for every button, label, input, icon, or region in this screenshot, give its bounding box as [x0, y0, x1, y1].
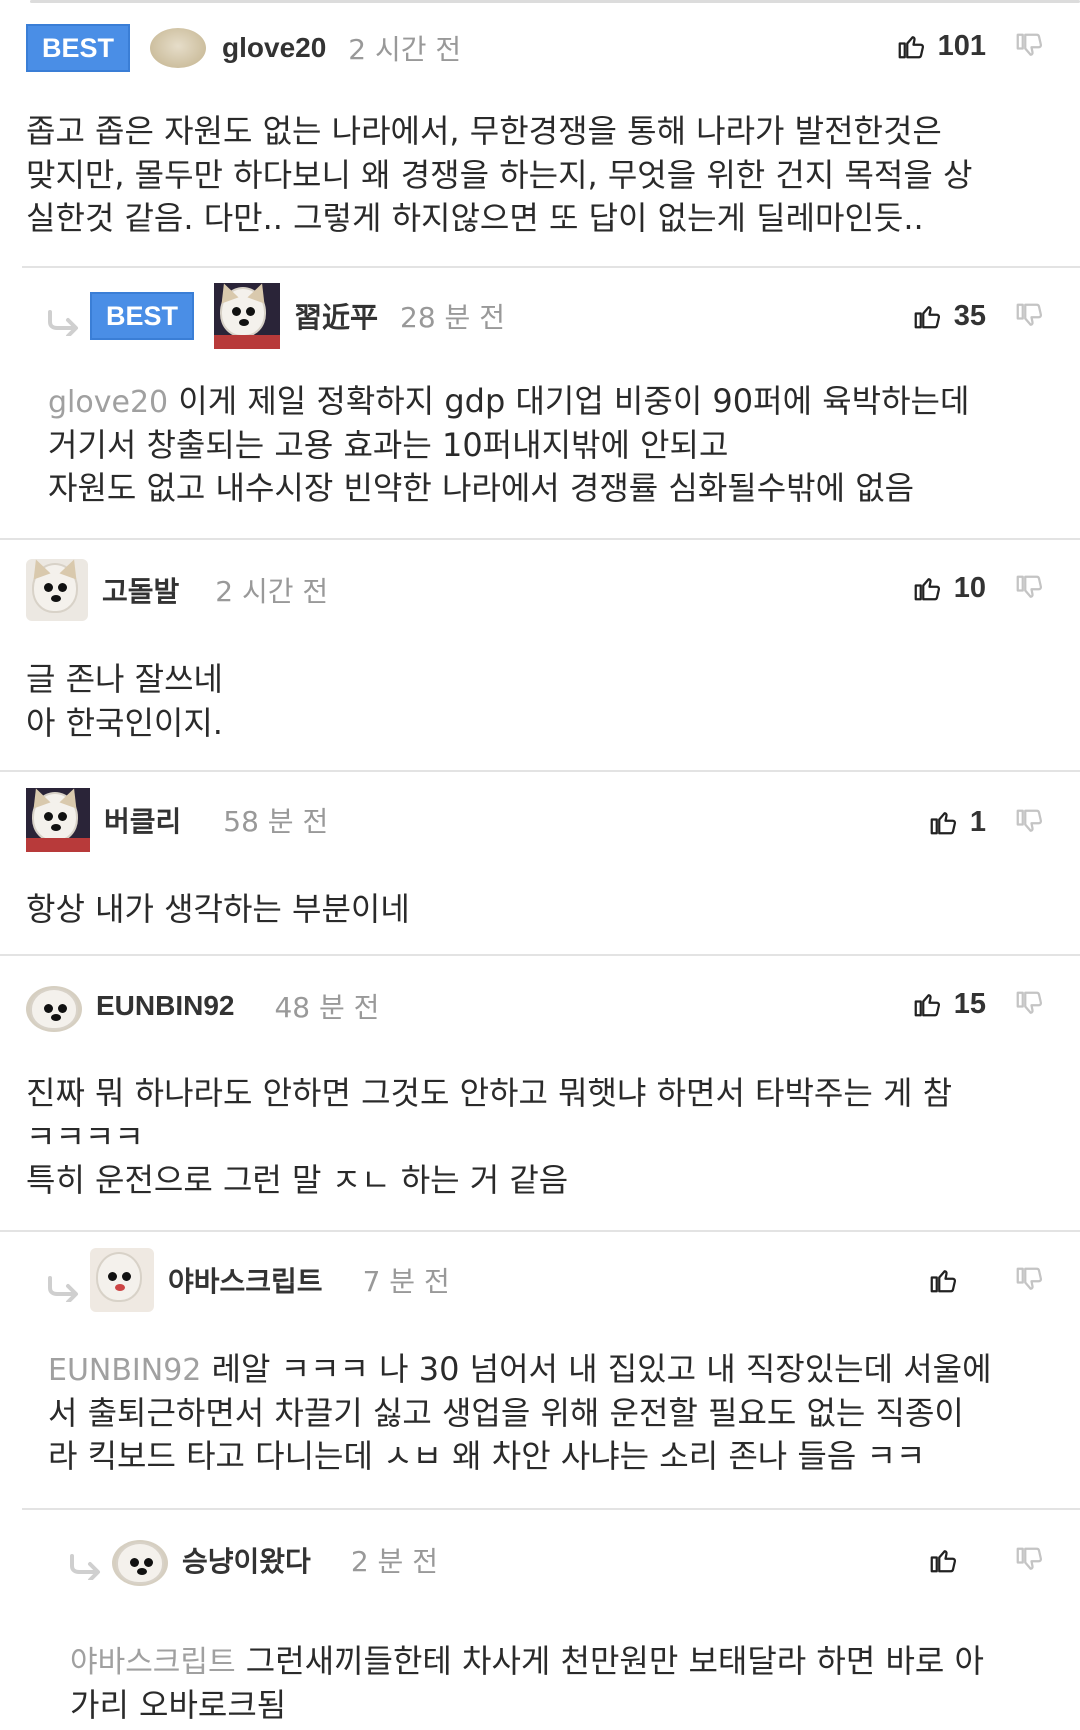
timestamp: 2 시간 전: [215, 575, 329, 608]
comment-body: 항상 내가 생각하는 부분이네: [26, 888, 1066, 932]
comment-text: 글 존나 잘쓰네 아 한국인이지.: [26, 660, 223, 742]
best-badge: BEST: [90, 292, 195, 340]
comment-body: 야바스크립트 그런새끼들한테 차사게 천만원만 보태달라 하면 바로 아 가리 …: [70, 1640, 1070, 1727]
timestamp: 7 분 전: [362, 1265, 450, 1298]
username[interactable]: 習近平: [294, 296, 378, 336]
username[interactable]: 야바스크립트: [168, 1260, 323, 1300]
vote-controls: 35: [912, 286, 1044, 346]
username[interactable]: 고돌발: [102, 570, 179, 610]
thumbs-up-icon[interactable]: [912, 573, 942, 603]
like-count: 1: [969, 805, 986, 838]
comment-header: EUNBIN92 48 분 전: [26, 976, 379, 1036]
avatar[interactable]: [26, 788, 90, 852]
vote-controls: 1: [928, 792, 1044, 852]
comment-item: BEST glove20 2 시간 전 101 좁고 좁은 자원도 없는 나라에…: [0, 0, 1080, 268]
thumbs-down-icon[interactable]: [1014, 573, 1044, 603]
comment-header: 승냥이왔다 2 분 전: [112, 1530, 438, 1590]
comment-body: 글 존나 잘쓰네 아 한국인이지.: [26, 658, 1066, 745]
like-count: 35: [953, 299, 986, 332]
comment-item: EUNBIN92 48 분 전 15 진짜 뭐 하나라도 안하면 그것도 안하고…: [0, 956, 1080, 1232]
comment-body: EUNBIN92 레알 ㅋㅋㅋ 나 30 넘어서 내 집있고 내 직장있는데 서…: [48, 1348, 1068, 1478]
comment-text: 진짜 뭐 하나라도 안하면 그것도 안하고 뭐햇냐 하면서 타박주는 게 참 ㅋ…: [26, 1074, 953, 1199]
comment-header: BEST glove20 2 시간 전: [26, 18, 461, 78]
vote-controls: [928, 1250, 1044, 1310]
thumbs-up-icon[interactable]: [928, 1265, 958, 1295]
comment-header: 야바스크립트 7 분 전: [90, 1248, 450, 1312]
avatar[interactable]: [112, 1540, 168, 1586]
thumbs-up-icon[interactable]: [928, 807, 958, 837]
thumbs-up-icon[interactable]: [912, 989, 942, 1019]
like-count: 15: [953, 987, 986, 1020]
timestamp: 48 분 전: [274, 991, 380, 1024]
avatar[interactable]: [26, 986, 82, 1032]
comment-item: 고돌발 2 시간 전 10 글 존나 잘쓰네 아 한국인이지.: [0, 540, 1080, 772]
username[interactable]: 승냥이왔다: [182, 1540, 311, 1580]
timestamp: 2 시간 전: [348, 33, 462, 66]
vote-controls: 10: [912, 558, 1044, 618]
reply-arrow-icon: [48, 1276, 78, 1302]
vote-controls: [928, 1530, 1044, 1590]
comment-body: 진짜 뭐 하나라도 안하면 그것도 안하고 뭐햇냐 하면서 타박주는 게 참 ㅋ…: [26, 1072, 1066, 1202]
mention[interactable]: glove20: [48, 385, 168, 420]
comment-reply: BEST 習近平 28 분 전 35 glove20 이게 제일 정확하지 gd…: [0, 268, 1080, 540]
comment-text: 항상 내가 생각하는 부분이네: [26, 890, 410, 928]
comment-header: BEST 習近平 28 분 전: [90, 283, 505, 349]
username[interactable]: glove20: [222, 32, 326, 64]
avatar[interactable]: [150, 19, 208, 77]
thumbs-up-icon[interactable]: [896, 31, 926, 61]
thumbs-up-icon[interactable]: [928, 1545, 958, 1575]
timestamp: 2 분 전: [350, 1545, 438, 1578]
comment-reply: 승냥이왔다 2 분 전 야바스크립트 그런새끼들한테 차사게 천만원만 보태달라…: [0, 1510, 1080, 1730]
reply-arrow-icon: [70, 1554, 100, 1580]
comment-text: 이게 제일 정확하지 gdp 대기업 비중이 90퍼에 육박하는데 거기서 창출…: [48, 382, 970, 507]
mention[interactable]: 야바스크립트: [70, 1645, 236, 1680]
comment-body: 좁고 좁은 자원도 없는 나라에서, 무한경쟁을 통해 나라가 발전한것은 맞지…: [26, 110, 1066, 240]
thumbs-down-icon[interactable]: [1014, 989, 1044, 1019]
thumbs-down-icon[interactable]: [1014, 1545, 1044, 1575]
thumbs-up-icon[interactable]: [912, 301, 942, 331]
timestamp: 58 분 전: [223, 805, 329, 838]
timestamp: 28 분 전: [400, 301, 505, 334]
thumbs-down-icon[interactable]: [1014, 807, 1044, 837]
comment-item: 버클리 58 분 전 1 항상 내가 생각하는 부분이네: [0, 772, 1080, 956]
vote-controls: 101: [896, 16, 1044, 76]
thumbs-down-icon[interactable]: [1014, 301, 1044, 331]
comment-header: 버클리 58 분 전: [26, 788, 329, 852]
best-badge: BEST: [26, 24, 131, 72]
username[interactable]: EUNBIN92: [96, 990, 234, 1022]
thumbs-down-icon[interactable]: [1014, 1265, 1044, 1295]
thumbs-down-icon[interactable]: [1014, 31, 1044, 61]
avatar[interactable]: [214, 283, 281, 349]
avatar[interactable]: [90, 1248, 154, 1312]
like-count: 101: [937, 29, 986, 62]
comment-body: glove20 이게 제일 정확하지 gdp 대기업 비중이 90퍼에 육박하는…: [48, 380, 1068, 510]
username[interactable]: 버클리: [104, 800, 181, 840]
avatar[interactable]: [26, 559, 88, 621]
like-count: 10: [953, 571, 986, 604]
mention[interactable]: EUNBIN92: [48, 1353, 201, 1388]
comment-reply: 야바스크립트 7 분 전 EUNBIN92 레알 ㅋㅋㅋ 나 30 넘어서 내 …: [0, 1232, 1080, 1510]
vote-controls: 15: [912, 974, 1044, 1034]
comment-text: 좁고 좁은 자원도 없는 나라에서, 무한경쟁을 통해 나라가 발전한것은 맞지…: [26, 112, 973, 237]
comment-header: 고돌발 2 시간 전: [26, 559, 329, 621]
reply-arrow-icon: [48, 310, 78, 336]
